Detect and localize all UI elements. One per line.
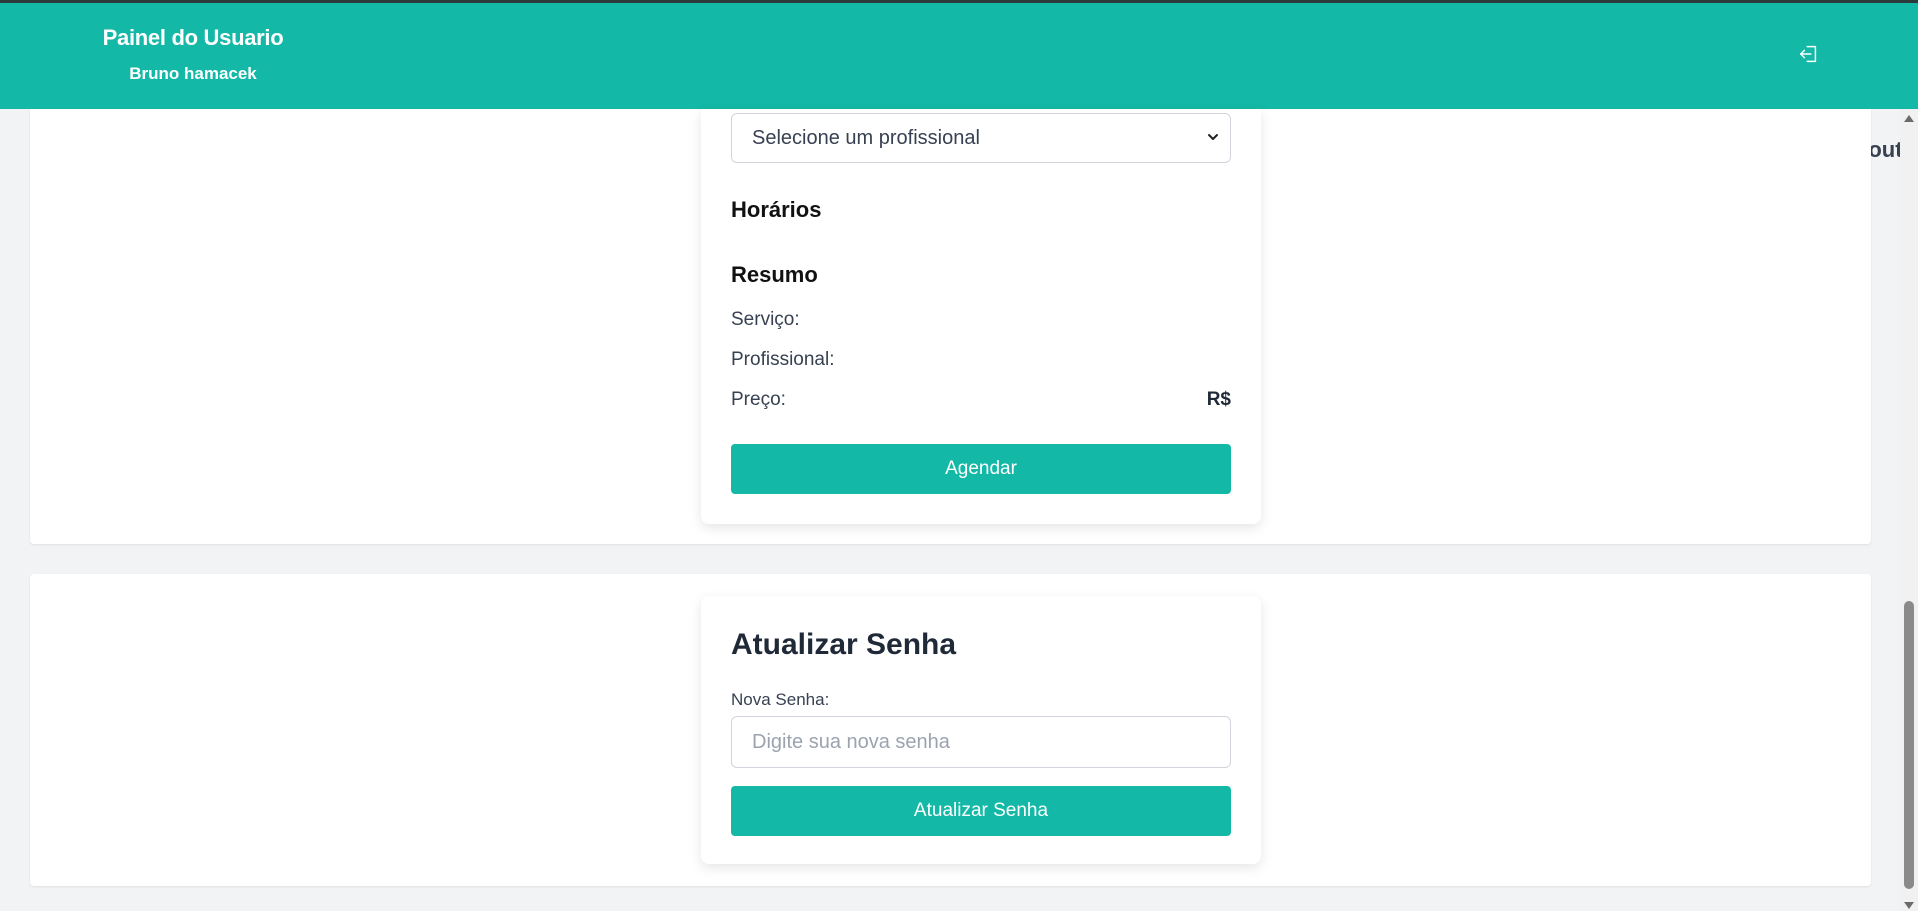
booking-card: Selecione um profissional Horários Resum… [701,109,1261,524]
logout-button[interactable]: Logout [1798,43,1903,162]
brand: Painel do Usuario Bruno hamacek [100,25,286,84]
page-scrollbar[interactable] [1900,109,1918,911]
professional-select-value: Selecione um profissional [752,126,980,149]
chevron-down-icon [1208,134,1218,140]
summary-professional-row: Profissional: [731,349,1231,371]
scroll-down-arrow-icon[interactable] [1904,902,1914,909]
new-password-label: Nova Senha: [731,690,830,709]
summary-price-row: Preço: R$ [731,389,1231,411]
schedule-button[interactable]: Agendar [731,444,1231,494]
schedules-heading: Horários [731,197,822,222]
scroll-up-arrow-icon[interactable] [1904,115,1914,122]
professional-select[interactable]: Selecione um profissional [731,113,1231,163]
logout-icon [1798,43,1820,70]
summary-service-row: Serviço: [731,309,1231,331]
new-password-input[interactable] [731,716,1231,768]
professional-label: Profissional: [731,349,835,370]
price-label: Preço: [731,389,786,410]
password-section: Atualizar Senha Nova Senha: Atualizar Se… [30,574,1871,886]
booking-section: Selecione um profissional Horários Resum… [30,109,1871,544]
password-heading: Atualizar Senha [731,628,957,661]
summary-heading: Resumo [731,262,818,287]
scrollbar-thumb[interactable] [1904,601,1914,889]
update-password-button[interactable]: Atualizar Senha [731,786,1231,836]
password-card: Atualizar Senha Nova Senha: Atualizar Se… [701,596,1261,864]
user-name: Bruno hamacek [129,64,257,83]
price-value: R$ [1206,389,1231,410]
app-header: Painel do Usuario Bruno hamacek Logout [0,3,1918,162]
service-label: Serviço: [731,309,800,330]
app-title: Painel do Usuario [102,25,284,50]
